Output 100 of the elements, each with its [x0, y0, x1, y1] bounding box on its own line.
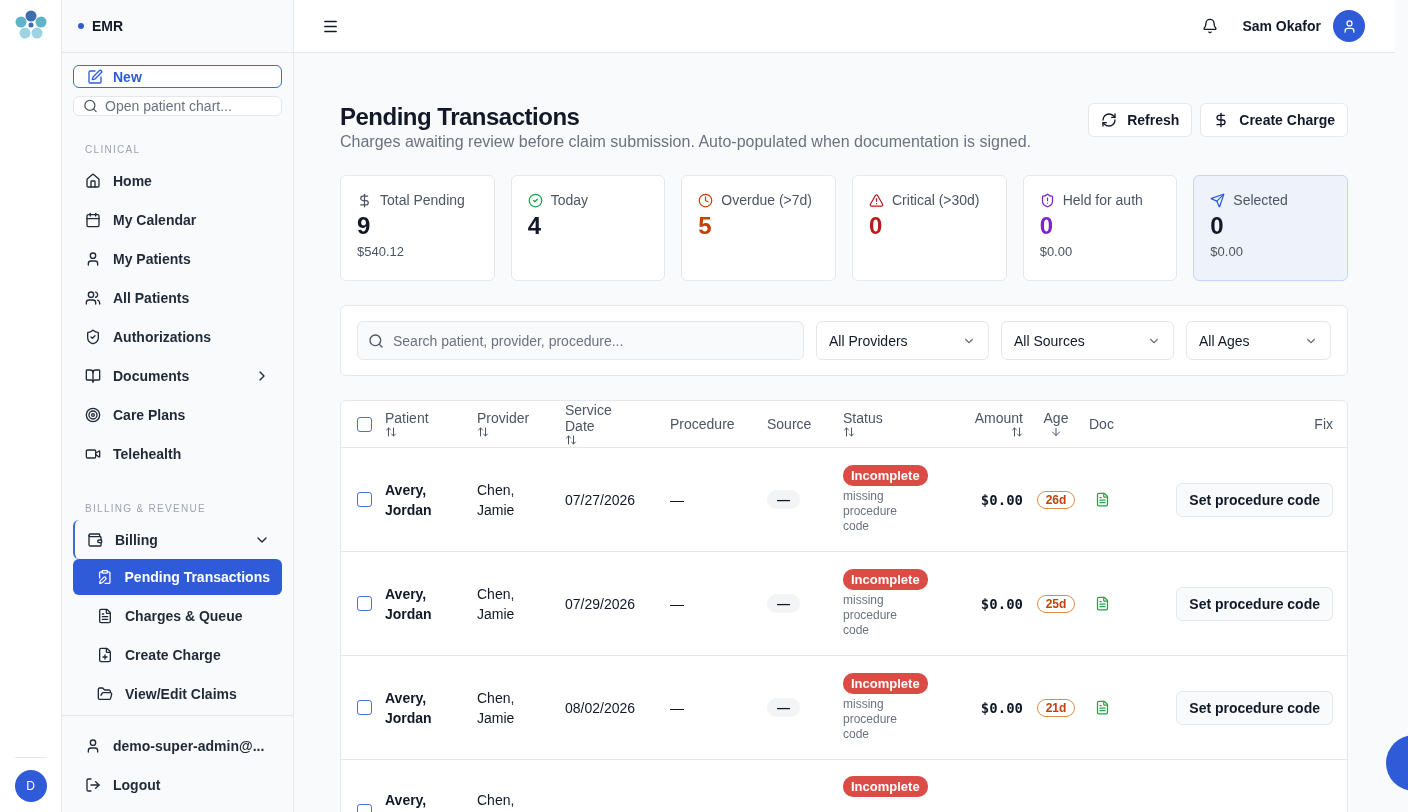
user-name: Sam Okafor: [1242, 18, 1321, 34]
nav-item[interactable]: Authorizations: [73, 317, 282, 356]
submenu-item[interactable]: Pending Transactions: [73, 559, 282, 595]
clipboard-icon: [97, 569, 113, 585]
action-button[interactable]: Create Charge: [1200, 103, 1348, 137]
submenu-item[interactable]: Create Charge: [73, 637, 282, 673]
sort-icon: [843, 426, 855, 438]
source-tag: —: [767, 490, 800, 509]
column-header[interactable]: Amount: [974, 410, 1023, 426]
app-name: EMR: [92, 18, 124, 34]
book-icon: [85, 367, 101, 384]
patient-name: Avery,: [385, 791, 428, 810]
search-field[interactable]: Open patient chart...: [73, 96, 282, 116]
edit-icon: [87, 68, 103, 85]
fix-button[interactable]: Set procedure code: [1176, 482, 1333, 517]
stat-card[interactable]: Selected 0 $0.00: [1193, 175, 1348, 281]
stat-card[interactable]: Today 4: [510, 175, 666, 281]
stat-label: Selected: [1233, 192, 1288, 208]
amount: $0.00: [979, 491, 1023, 508]
refresh-icon: [1101, 112, 1118, 128]
stat-amount: $540.12: [357, 244, 405, 259]
fix-button[interactable]: Set procedure code: [1176, 586, 1333, 621]
page-title: Pending Transactions: [340, 103, 581, 131]
column-header[interactable]: Service Date: [565, 402, 635, 434]
stat-card[interactable]: Overdue (>7d) 5: [681, 175, 836, 281]
filter-select[interactable]: All Ages: [1186, 321, 1331, 360]
document-icon[interactable]: [1095, 596, 1110, 611]
home-icon: [85, 172, 101, 189]
table-cell-text: —: [670, 698, 685, 718]
checkbox[interactable]: [357, 492, 372, 507]
stat-value: 0: [1210, 212, 1225, 240]
wallet-icon: [87, 531, 103, 548]
submenu-item[interactable]: View/Edit Claims: [73, 676, 282, 712]
document-icon[interactable]: [1095, 492, 1110, 507]
status-badge: Incomplete: [843, 465, 928, 486]
stat-label: Critical (>30d): [892, 192, 980, 208]
amount: $0.00: [979, 699, 1023, 716]
stat-card[interactable]: Critical (>30d) 0: [852, 175, 1007, 281]
status-badge: Incomplete: [843, 776, 928, 797]
filter-select[interactable]: All Sources: [1001, 321, 1174, 360]
bell-icon[interactable]: [1202, 18, 1219, 34]
stat-value: 9: [357, 212, 372, 240]
shield-icon: [85, 328, 101, 345]
search-icon: [368, 332, 384, 349]
stat-value: 5: [698, 212, 713, 240]
stat-card[interactable]: Total Pending 9 $540.12: [340, 175, 495, 281]
checkbox[interactable]: [357, 700, 372, 715]
column-header[interactable]: Doc: [1089, 416, 1114, 432]
stat-label: Held for auth: [1062, 192, 1143, 208]
submenu-item[interactable]: Charges & Queue: [73, 598, 282, 634]
nav-item[interactable]: All Patients: [73, 278, 282, 317]
fix-button[interactable]: Set procedure code: [1176, 690, 1333, 725]
column-header[interactable]: Procedure: [670, 416, 735, 432]
new-button[interactable]: New: [73, 65, 282, 88]
users-icon: [85, 289, 101, 306]
column-header[interactable]: Status: [843, 410, 883, 426]
nav-item[interactable]: Telehealth: [73, 434, 282, 473]
nav-item[interactable]: Logout: [73, 765, 282, 804]
document-icon[interactable]: [1095, 700, 1110, 715]
table-cell-text: 07/27/2026: [565, 490, 637, 510]
section-title: BILLING & REVENUE: [84, 503, 208, 514]
sort-icon: [1011, 426, 1023, 438]
stat-label: Total Pending: [380, 192, 465, 208]
nav-item[interactable]: My Patients: [73, 239, 282, 278]
folder-icon: [97, 686, 113, 702]
nav-item[interactable]: Documents: [73, 356, 282, 395]
column-header[interactable]: Provider: [477, 410, 530, 426]
warning-icon: [869, 192, 884, 208]
column-header[interactable]: Age: [1043, 410, 1069, 426]
nav-item[interactable]: Care Plans: [73, 395, 282, 434]
status-badge: Incomplete: [843, 569, 928, 590]
nav-item[interactable]: My Calendar: [73, 200, 282, 239]
user-icon: [85, 250, 101, 267]
search-field[interactable]: Search patient, provider, procedure...: [357, 321, 804, 360]
nav-item[interactable]: Home: [73, 161, 282, 200]
nav-item[interactable]: demo-super-admin@...: [73, 726, 282, 765]
avatar[interactable]: D: [14, 770, 47, 802]
stat-value: 0: [869, 212, 884, 240]
sort-icon: [477, 426, 489, 438]
column-header[interactable]: Source: [767, 416, 812, 432]
checkbox[interactable]: [357, 416, 372, 432]
target-icon: [85, 406, 101, 423]
column-header[interactable]: Fix: [1314, 416, 1333, 432]
patient-name: Avery, Jordan: [385, 480, 433, 520]
document-icon: [97, 608, 113, 624]
check-circle-icon: [527, 192, 543, 208]
flower-logo: [14, 10, 47, 40]
user-icon: [85, 737, 101, 754]
stat-card[interactable]: Held for auth 0 $0.00: [1022, 175, 1178, 281]
stat-value: 0: [1039, 212, 1054, 240]
column-header[interactable]: Patient: [385, 410, 429, 426]
table-cell-text: —: [670, 490, 685, 510]
table-cell-text: 07/29/2026: [565, 594, 637, 614]
table-cell-text: 08/02/2026: [565, 698, 637, 718]
action-button[interactable]: Refresh: [1088, 103, 1193, 137]
checkbox[interactable]: [357, 596, 372, 611]
user-avatar[interactable]: [1333, 10, 1365, 42]
shield-alert-icon: [1039, 192, 1055, 208]
filter-select[interactable]: All Providers: [816, 321, 989, 360]
stat-amount: $0.00: [1210, 244, 1244, 259]
